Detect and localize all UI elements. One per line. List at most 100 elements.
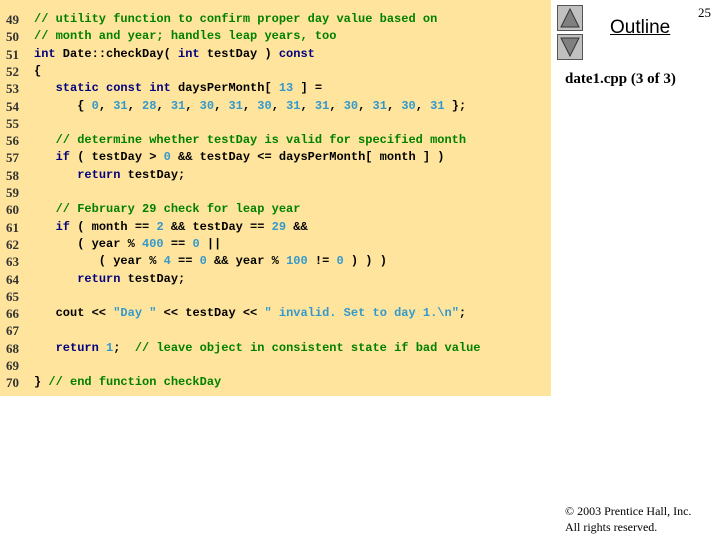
code-text: , [415,98,431,113]
line-source: ( year % 4 == 0 && year % 100 != 0 ) ) ) [34,254,387,268]
line-number: 57 [6,150,19,166]
code-text: { [34,63,42,78]
comment: // end function checkDay [48,375,222,390]
code-text: && testDay <= daysPerMonth[ month ] ) [170,150,445,165]
number-literal: 31 [228,98,243,113]
number-literal: 0 [163,150,171,165]
line-number: 60 [6,202,19,218]
keyword: int [34,46,56,61]
code-text: , [358,98,373,113]
code-text: , [214,98,229,113]
number-literal: 31 [286,98,301,113]
number-literal: 2 [156,219,164,234]
code-line: 61 if ( month == 2 && testDay == 29 && [0,220,540,237]
code-text: { [34,98,92,113]
number-literal: 31 [314,98,330,113]
code-line: 58 return testDay; [0,168,540,185]
keyword: if [55,150,71,165]
code-text: } [34,375,49,390]
line-number: 69 [6,358,19,373]
file-label: date1.cpp (3 of 3) [565,71,676,87]
code-line: 65 [0,289,540,306]
code-text: }; [444,98,467,113]
code-line: 53 static const int daysPerMonth[ 13 ] = [0,81,540,98]
keyword: if [55,219,71,234]
line-source: { [34,64,41,78]
code-text: && [286,219,308,234]
code-text: || [199,236,222,251]
code-line: 63 ( year % 4 == 0 && year % 100 != 0 ) … [0,254,540,271]
code-line: 67 [0,323,540,340]
code-line: 50 // month and year; handles leap years,… [0,29,540,46]
copyright-notice: © 2003 Prentice Hall, Inc. All rights re… [565,503,691,535]
number-literal: 0 [91,98,99,113]
line-number: 56 [6,133,19,149]
code-text: testDay; [120,271,186,286]
code-line: 49 // utility function to confirm proper … [0,12,540,29]
comment: // February 29 check for leap year [55,202,301,217]
number-literal: 30 [257,98,272,113]
line-source: return testDay; [34,272,185,286]
line-number: 68 [6,340,19,356]
line-number: 53 [6,81,19,97]
code-text: , [329,98,344,113]
code-text: == [163,236,193,251]
line-source: cout << "Day " << testDay << " invalid. … [34,306,467,321]
copyright-text: © 2003 Prentice Hall, Inc. [565,504,692,518]
line-source: // utility function to confirm proper da… [34,12,437,26]
code-text: Date::checkDay( [55,46,179,61]
code-panel: 49 // utility function to confirm proper … [0,0,551,396]
number-literal: 30 [199,98,215,113]
code-text: ] = [293,81,323,96]
code-text: ( testDay > [70,150,164,165]
code-line: 54 { 0, 31, 28, 31, 30, 31, 30, 31, 31, … [0,99,540,116]
code-text: ; [458,306,467,321]
outline-link[interactable]: Outline [610,17,670,39]
code-text: testDay; [120,167,186,182]
comment: // leave object in consistent state if b… [134,340,481,355]
code-line: 56 // determine whether testDay is valid… [0,133,540,150]
down-arrow-icon [560,37,580,58]
code-text: , [386,98,402,113]
next-slide-button[interactable] [557,34,583,60]
up-arrow-icon [560,7,580,28]
line-source: if ( month == 2 && testDay == 29 && [34,220,308,234]
code-text: && testDay == [163,219,272,234]
code-text: && year % [206,254,287,269]
line-number: 54 [6,98,19,114]
comment: // month and year; handles leap years, t… [34,29,337,44]
line-number: 55 [6,115,19,131]
line-source: } // end function checkDay [34,375,221,389]
comment: // determine whether testDay is valid fo… [55,133,467,148]
code-line: 68 return 1; // leave object in consiste… [0,341,540,358]
code-line: 59 [0,185,540,202]
number-literal: 400 [142,236,164,251]
comment: // utility function to confirm proper da… [34,12,438,26]
code-text: , [185,98,200,113]
number-literal: 30 [343,98,359,113]
line-number: 51 [6,46,19,62]
code-text: daysPerMonth[ [170,81,279,96]
line-number: 62 [6,236,19,252]
number-literal: 31 [430,98,445,113]
keyword: return [77,167,121,182]
number-literal: 13 [278,81,294,96]
previous-slide-button[interactable] [557,5,583,31]
code-text: cout << [34,306,114,321]
number-literal: 0 [199,254,207,269]
code-text: , [127,98,143,113]
line-source: // February 29 check for leap year [34,202,301,217]
code-text: , [156,98,171,113]
line-source: ( year % 400 == 0 || [34,237,221,251]
line-source: // month and year; handles leap years, t… [34,29,336,43]
keyword: return [55,340,99,355]
line-number: 67 [6,323,19,339]
line-source: return testDay; [34,168,185,182]
line-source: { 0, 31, 28, 31, 30, 31, 30, 31, 31, 30,… [34,99,466,113]
number-literal: 30 [401,98,416,113]
